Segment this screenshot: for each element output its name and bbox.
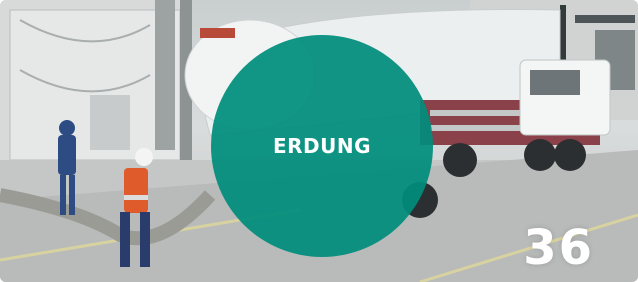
badge-label: ERDUNG	[272, 134, 372, 158]
image-card: ERDUNG 36	[0, 0, 638, 282]
section-badge: ERDUNG	[211, 35, 433, 257]
page-number: 36	[523, 220, 594, 276]
